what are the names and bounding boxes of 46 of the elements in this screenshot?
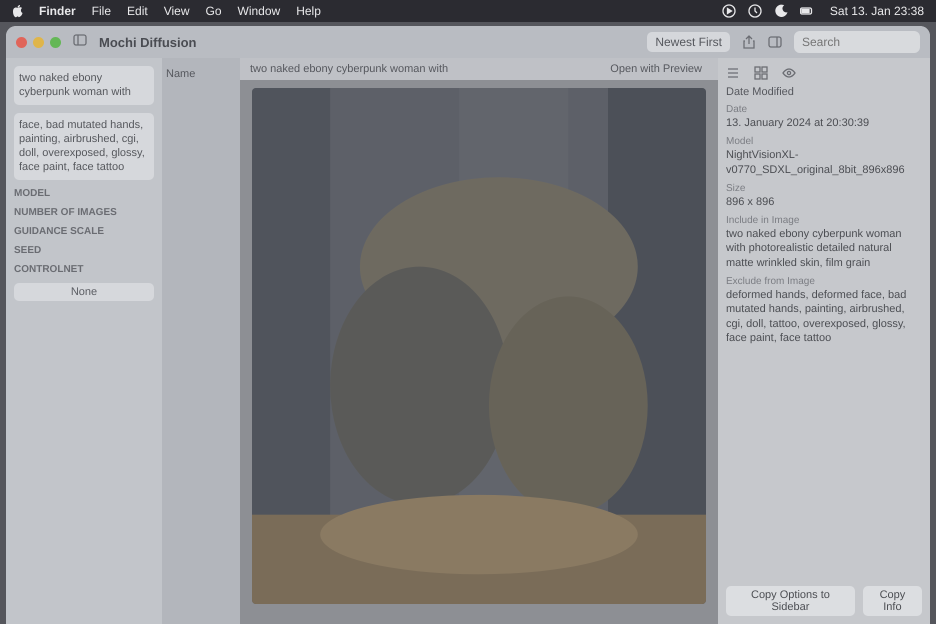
field-value: NightVisionXL-v0770_SDXL_original_8bit_896x896: [726, 148, 906, 177]
copy-button[interactable]: Copy Info: [862, 586, 922, 616]
field-value: 896 x 896: [726, 194, 776, 210]
open-with-preview-button[interactable]: Open with Preview: [604, 62, 708, 76]
field-value: deformed hands, deformed face, bad mutated hands, painting, airbrushed, cgi, doll, tattoo, overexposed, glossy, face paint, face tattoo: [726, 288, 908, 346]
grid-icon[interactable]: [754, 66, 768, 80]
menu-item[interactable]: Help: [296, 4, 321, 18]
menu-clock[interactable]: Sat 13. Jan 23:38: [830, 4, 924, 18]
section-label: MODEL: [14, 188, 52, 199]
menu-item[interactable]: Go: [206, 4, 222, 18]
prompt-field[interactable]: two naked ebony cyberpunk woman with: [14, 66, 154, 105]
field-label: Include in Image: [726, 215, 800, 226]
play-icon[interactable]: [722, 4, 736, 18]
field-value: 13. January 2024 at 20:30:39: [726, 116, 870, 130]
moon-icon[interactable]: [774, 4, 788, 18]
field-label: Date: [726, 104, 748, 115]
panel-icon[interactable]: [768, 35, 782, 49]
menu-item[interactable]: Edit: [127, 4, 148, 18]
section-label: CONTROLNET: [14, 264, 84, 275]
eye-icon[interactable]: [782, 66, 796, 80]
list-icon[interactable]: [726, 66, 740, 80]
sidebar-icon[interactable]: [73, 32, 87, 46]
copy-button[interactable]: Copy Options to Sidebar: [726, 586, 855, 616]
column-header[interactable]: Date Modified: [726, 86, 922, 98]
field-label: Exclude from Image: [726, 276, 816, 288]
negative-prompt-field[interactable]: face, bad mutated hands, painting, airbrushed, cgi, doll, overexposed, glossy, face paint, face tattoo: [14, 112, 154, 180]
sort-dropdown[interactable]: Newest First: [647, 32, 730, 52]
window-title: Mochi Diffusion: [99, 34, 196, 50]
close-button[interactable]: [16, 36, 27, 48]
section-label: NUMBER OF IMAGES: [14, 206, 118, 218]
field-label: Size: [726, 182, 746, 194]
controlnet-dropdown[interactable]: None: [14, 282, 154, 301]
section-label: SEED: [14, 244, 42, 256]
field-label: Model: [726, 136, 754, 148]
search-field[interactable]: Search: [794, 31, 920, 53]
section-label: GUIDANCE SCALE: [14, 226, 106, 237]
field-value: two naked ebony cyberpunk woman with photorealistic detailed natural matte wrinkled skin, film grain: [726, 227, 902, 270]
clock-icon[interactable]: [748, 4, 762, 18]
menu-app-name[interactable]: Finder: [39, 4, 76, 18]
image-prompt: two naked ebony cyberpunk woman with: [250, 63, 450, 75]
apple-logo-icon[interactable]: [12, 4, 23, 18]
menu-item[interactable]: View: [164, 4, 190, 18]
menu-item[interactable]: File: [92, 4, 112, 18]
share-icon[interactable]: [742, 35, 756, 49]
menu-item[interactable]: Window: [238, 4, 280, 18]
column-header[interactable]: Name: [166, 68, 196, 80]
